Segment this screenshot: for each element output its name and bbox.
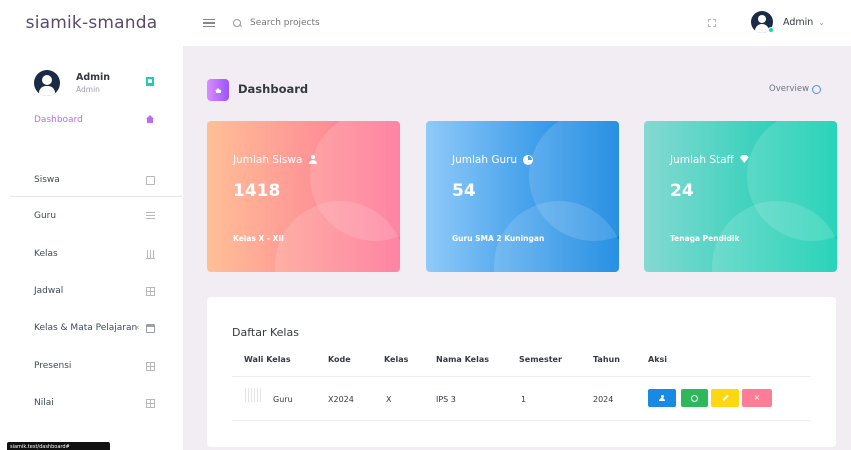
card-label-text: Jumlah Siswa bbox=[233, 154, 303, 166]
table-icon bbox=[146, 398, 155, 408]
chart-icon bbox=[146, 249, 155, 259]
teacher-photo bbox=[245, 388, 261, 402]
clock-icon bbox=[691, 394, 698, 402]
sidebar-item-label: Dashboard bbox=[34, 115, 83, 125]
chevron-left-icon: ‹ bbox=[136, 323, 140, 333]
view-students-button[interactable] bbox=[648, 389, 676, 407]
sidebar-item-label: Kelas bbox=[34, 249, 58, 259]
table-header-divider bbox=[232, 376, 810, 377]
schedule-button[interactable] bbox=[681, 389, 708, 407]
sidebar-item-dashboard[interactable]: Dashboard bbox=[0, 110, 183, 130]
stat-card-siswa: Jumlah Siswa 1418 Kelas X - XII bbox=[207, 121, 400, 272]
diamond-icon bbox=[739, 155, 750, 165]
search-bar bbox=[233, 18, 410, 28]
user-icon bbox=[308, 155, 318, 165]
profile-name: Admin bbox=[76, 72, 111, 83]
sidebar-item-label: Jadwal bbox=[34, 286, 64, 296]
table-row-divider bbox=[232, 420, 810, 421]
briefcase-icon bbox=[146, 323, 155, 333]
close-icon: × bbox=[753, 393, 761, 402]
edit-button[interactable] bbox=[711, 389, 739, 407]
table-icon bbox=[146, 361, 155, 371]
user-icon bbox=[659, 395, 665, 401]
sidebar-item-kelas[interactable]: Kelas bbox=[0, 244, 183, 264]
profile-role: Admin bbox=[76, 85, 100, 94]
card-label-text: Jumlah Guru bbox=[452, 154, 518, 166]
column-header: Nama Kelas bbox=[436, 355, 489, 364]
online-status-dot bbox=[768, 27, 774, 33]
search-input[interactable] bbox=[250, 18, 410, 28]
stat-card-staff: Jumlah Staff 24 Tenaga Pendidik bbox=[644, 121, 837, 272]
sidebar-profile[interactable]: Admin Admin bbox=[0, 56, 183, 110]
sidebar-item-label: Guru bbox=[34, 211, 57, 221]
sidebar: Admin Admin Dashboard Siswa Guru Kelas J… bbox=[0, 46, 183, 450]
user-menu[interactable]: Admin ⌄ bbox=[751, 11, 825, 33]
sidebar-divider bbox=[10, 196, 182, 197]
column-header: Semester bbox=[519, 355, 562, 364]
delete-button[interactable]: × bbox=[742, 389, 772, 407]
daftar-kelas-panel: Daftar Kelas Wali Kelas Kode Kelas Nama … bbox=[207, 297, 836, 447]
sidebar-item-presensi[interactable]: Presensi bbox=[0, 356, 183, 376]
menu-toggle-icon[interactable] bbox=[203, 18, 215, 28]
sidebar-item-label: Kelas & Mata Pelajaran bbox=[34, 323, 138, 333]
card-label: Jumlah Guru bbox=[452, 154, 534, 166]
chevron-down-icon: ⌄ bbox=[818, 17, 825, 27]
sidebar-item-label: Nilai bbox=[34, 398, 54, 408]
sidebar-item-nilai[interactable]: Nilai bbox=[0, 393, 183, 413]
column-header: Wali Kelas bbox=[244, 355, 291, 364]
home-icon bbox=[146, 115, 155, 124]
sidebar-item-jadwal[interactable]: Jadwal bbox=[0, 281, 183, 301]
cell-kode: X2024 bbox=[328, 395, 354, 404]
pie-chart-icon bbox=[523, 155, 534, 165]
column-header: Kode bbox=[328, 355, 351, 364]
table-icon bbox=[146, 286, 155, 296]
cell-kelas: X bbox=[386, 395, 392, 404]
overview-link[interactable]: Overview bbox=[769, 84, 822, 94]
card-label-text: Jumlah Staff bbox=[670, 154, 734, 166]
search-icon bbox=[233, 18, 242, 28]
sidebar-item-siswa[interactable]: Siswa bbox=[0, 170, 183, 190]
home-icon bbox=[207, 79, 229, 101]
fullscreen-icon[interactable] bbox=[708, 19, 716, 27]
card-label: Jumlah Staff bbox=[670, 154, 750, 166]
column-header: Tahun bbox=[593, 355, 620, 364]
page-title: Dashboard bbox=[238, 82, 309, 96]
panel-title: Daftar Kelas bbox=[232, 326, 299, 339]
card-value: 54 bbox=[452, 181, 476, 201]
cell-nama-kelas: IPS 3 bbox=[436, 395, 456, 404]
card-subtitle: Guru SMA 2 Kuningan bbox=[452, 234, 545, 243]
card-subtitle: Tenaga Pendidik bbox=[670, 234, 740, 243]
list-icon bbox=[146, 211, 155, 221]
sidebar-item-label: Siswa bbox=[34, 175, 60, 185]
card-value: 24 bbox=[670, 181, 694, 201]
card-value: 1418 bbox=[233, 181, 281, 201]
column-header: Kelas bbox=[384, 355, 409, 364]
sidebar-item-kelas-mata-pelajaran[interactable]: Kelas & Mata Pelajaran ‹ bbox=[0, 318, 183, 338]
pencil-icon bbox=[721, 394, 729, 402]
cell-semester: 1 bbox=[521, 395, 527, 404]
info-icon bbox=[812, 84, 822, 94]
id-card-icon bbox=[146, 175, 155, 185]
cell-tahun: 2024 bbox=[593, 395, 614, 404]
card-label: Jumlah Siswa bbox=[233, 154, 318, 166]
column-header: Aksi bbox=[648, 355, 668, 364]
overview-label: Overview bbox=[769, 84, 810, 94]
sidebar-item-guru[interactable]: Guru bbox=[0, 206, 183, 226]
profile-avatar bbox=[34, 70, 60, 96]
bookmark-icon bbox=[146, 77, 154, 86]
card-subtitle: Kelas X - XII bbox=[233, 234, 284, 243]
brand-logo[interactable]: siamik-smanda bbox=[0, 13, 183, 33]
top-navbar: siamik-smanda Admin ⌄ bbox=[0, 0, 851, 46]
sidebar-item-label: Presensi bbox=[34, 361, 72, 371]
stat-card-guru: Jumlah Guru 54 Guru SMA 2 Kuningan bbox=[426, 121, 619, 272]
status-url-tooltip: siamik.test/dashboard# bbox=[7, 442, 110, 450]
user-name: Admin bbox=[783, 16, 814, 28]
cell-wali-kelas: Guru bbox=[273, 395, 293, 404]
